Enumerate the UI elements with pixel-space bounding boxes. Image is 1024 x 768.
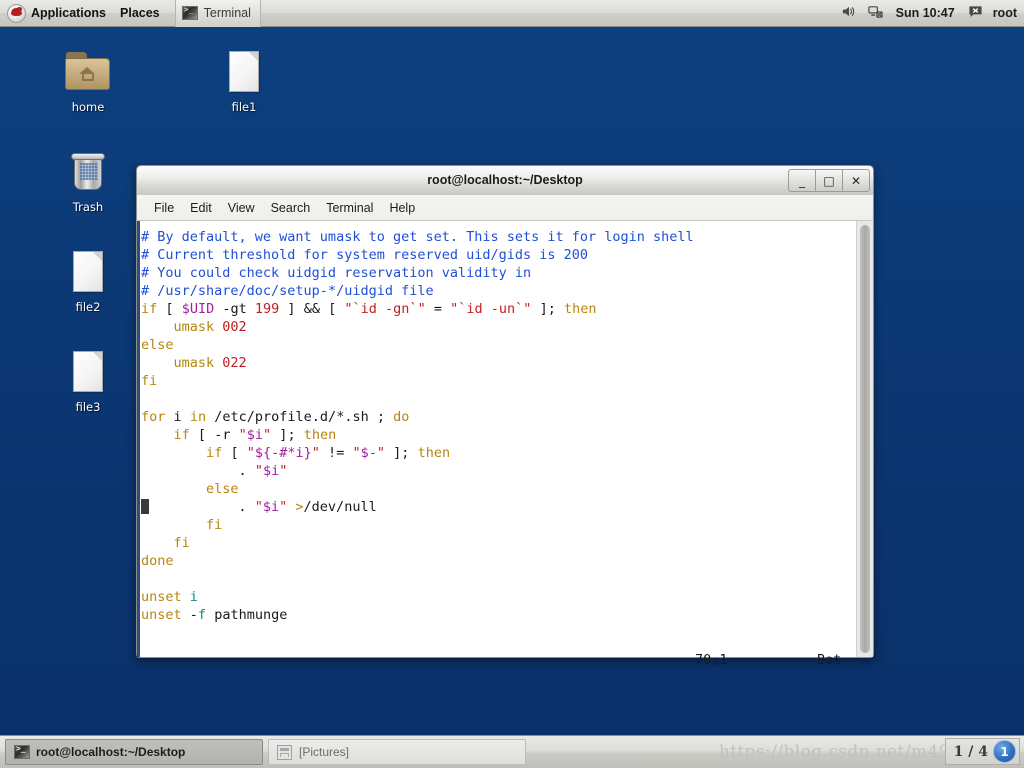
desktop-icon-label: home	[71, 100, 105, 114]
scroll-position: Bot	[817, 652, 842, 668]
cursor-position: 70,1	[695, 652, 728, 668]
folder-icon	[64, 48, 112, 96]
clock[interactable]: Sun 10:47	[896, 6, 955, 20]
taskbar-item-pictures[interactable]: [Pictures]	[268, 739, 526, 765]
trash-icon	[64, 148, 112, 196]
desktop-icon-home[interactable]: home	[45, 48, 131, 114]
desktop-icon-label: file2	[75, 300, 101, 314]
top-panel: Applications Places Terminal	[0, 0, 1024, 27]
desktop-icon-file1[interactable]: file1	[201, 48, 287, 114]
speaker-icon[interactable]	[841, 4, 856, 22]
file-manager-icon	[277, 744, 292, 760]
desktop-icon-label: file3	[75, 400, 101, 414]
taskbar-item-terminal[interactable]: root@localhost:~/Desktop	[5, 739, 263, 765]
document-icon	[220, 48, 268, 96]
terminal-icon	[181, 5, 198, 20]
bottom-panel: root@localhost:~/Desktop [Pictures] http…	[0, 735, 1024, 768]
taskbar-item-label: [Pictures]	[299, 745, 350, 759]
window-title-bar[interactable]: root@localhost:~/Desktop _ □ ✕	[136, 165, 874, 195]
terminal-output[interactable]: # By default, we want umask to get set. …	[137, 221, 856, 657]
window-list-item-label: Terminal	[203, 6, 251, 20]
user-status-icon[interactable]	[968, 4, 983, 22]
panel-tray: Sun 10:47 root	[835, 0, 1024, 27]
taskbar-item-label: root@localhost:~/Desktop	[36, 745, 186, 759]
close-button[interactable]: ✕	[842, 169, 870, 192]
terminal-scrollbar[interactable]	[856, 221, 873, 657]
document-icon	[64, 348, 112, 396]
workspace-count-label: 1 / 4	[953, 743, 988, 760]
menu-terminal[interactable]: Terminal	[318, 199, 381, 217]
places-menu-label: Places	[120, 6, 160, 20]
maximize-button[interactable]: □	[815, 169, 843, 192]
desktop-icon-label: file1	[231, 100, 257, 114]
terminal-body[interactable]: # By default, we want umask to get set. …	[136, 221, 874, 668]
terminal-window: root@localhost:~/Desktop _ □ ✕ File Edit…	[136, 165, 874, 668]
applications-menu[interactable]: Applications	[0, 0, 113, 27]
workspace-current-badge[interactable]: 1	[993, 740, 1016, 763]
desktop-icon-file3[interactable]: file3	[45, 348, 131, 414]
network-icon[interactable]	[867, 4, 883, 22]
text-cursor	[141, 499, 149, 514]
scrollbar-thumb[interactable]	[860, 225, 870, 653]
applications-menu-label: Applications	[31, 6, 107, 20]
minimize-button[interactable]: _	[788, 169, 816, 192]
redhat-logo-icon	[7, 3, 26, 23]
menu-bar: File Edit View Search Terminal Help	[136, 195, 874, 221]
workspace-switcher[interactable]: 1 / 4 1	[944, 738, 1020, 765]
window-list-item-terminal[interactable]: Terminal	[174, 0, 261, 27]
menu-edit[interactable]: Edit	[182, 199, 220, 217]
window-title: root@localhost:~/Desktop	[427, 173, 583, 187]
menu-view[interactable]: View	[220, 199, 263, 217]
terminal-icon	[14, 744, 30, 759]
menu-help[interactable]: Help	[381, 199, 423, 217]
user-name-label[interactable]: root	[993, 6, 1017, 20]
desktop-screen: Applications Places Terminal	[0, 0, 1024, 768]
desktop-icon-file2[interactable]: file2	[45, 248, 131, 314]
menu-file[interactable]: File	[146, 199, 182, 217]
desktop-icon-label: Trash	[72, 200, 104, 214]
menu-search[interactable]: Search	[263, 199, 319, 217]
window-controls: _ □ ✕	[788, 169, 870, 192]
document-icon	[64, 248, 112, 296]
places-menu[interactable]: Places	[113, 0, 167, 27]
desktop-icon-trash[interactable]: Trash	[45, 148, 131, 214]
